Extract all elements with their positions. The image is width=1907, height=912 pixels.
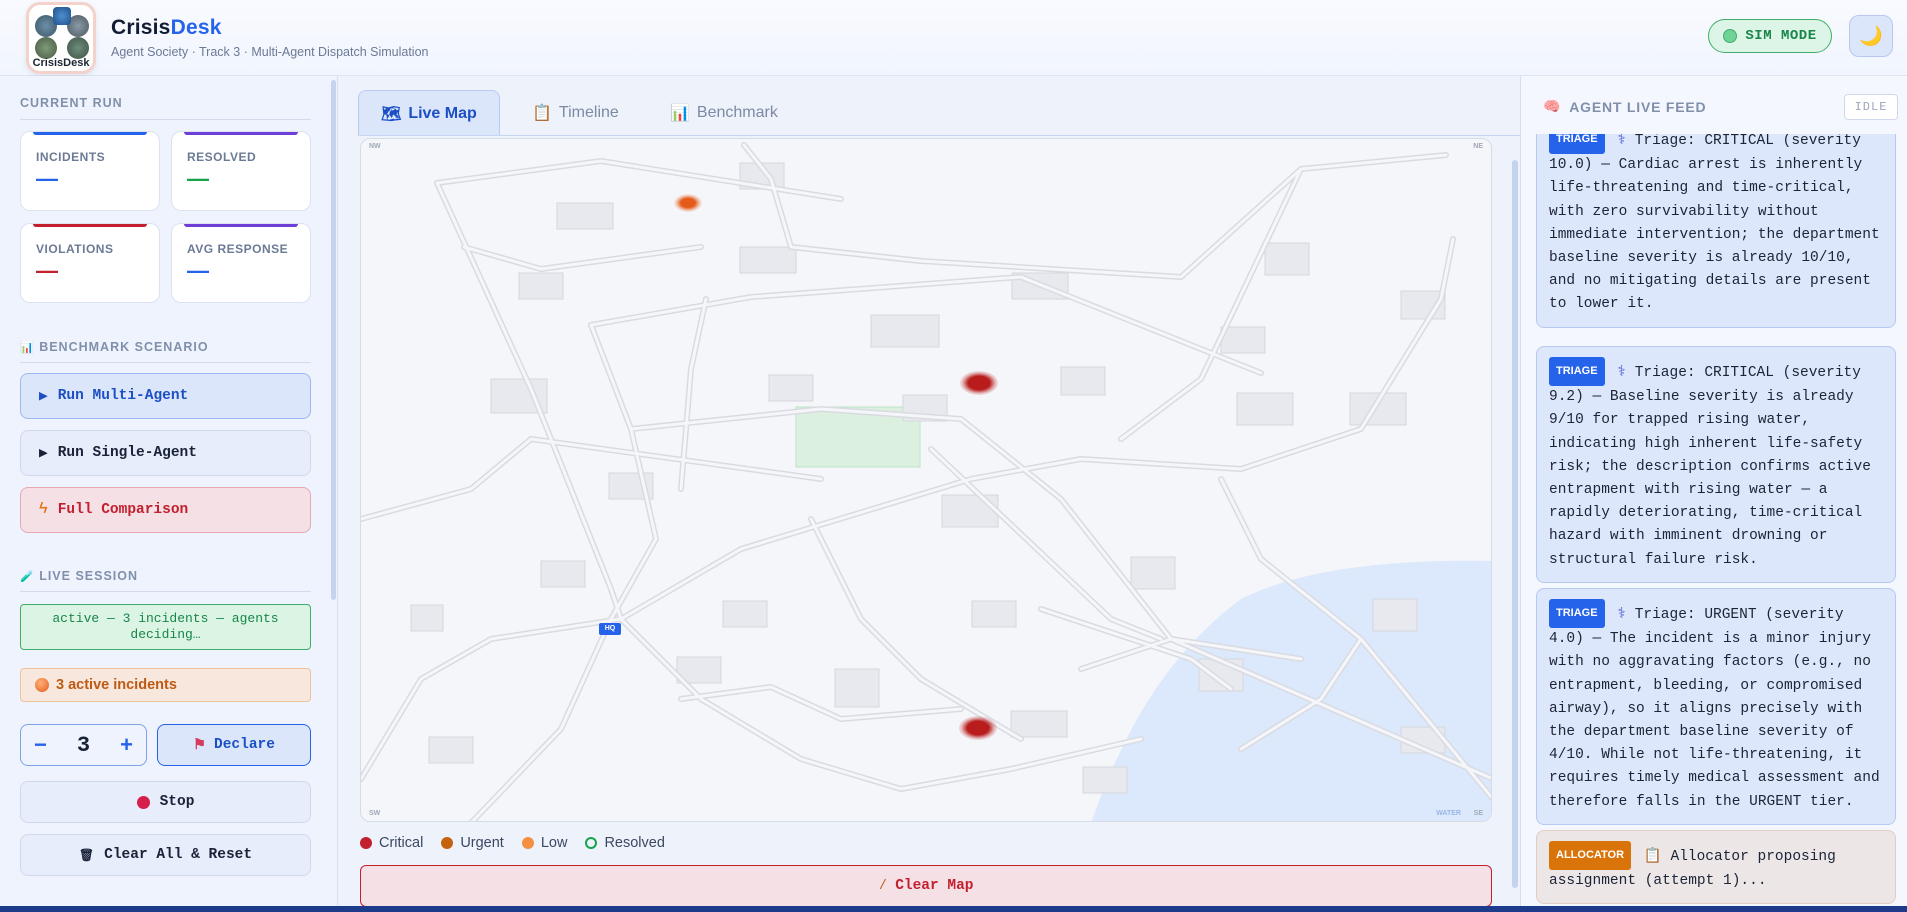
feed-card: TRIAGE ⚕ Triage: URGENT (severity 4.0) —… (1536, 588, 1896, 825)
clear-reset-button[interactable]: 🗑 Clear All & Reset (20, 834, 311, 876)
chart-icon: 📊 (20, 342, 35, 354)
incident-marker-critical[interactable] (959, 716, 997, 740)
stethoscope-icon: ⚕ (1617, 607, 1626, 623)
brand: CrisisDesk Agent Society · Track 3 · Mul… (111, 16, 429, 59)
clipboard-icon: 📋 (1643, 849, 1662, 865)
triage-tag: TRIAGE (1549, 134, 1605, 155)
stat-violations: VIOLATIONS — (20, 223, 160, 303)
map-corner-se: SE (1473, 810, 1483, 817)
map-corner-sw: SW (369, 810, 381, 817)
app-subtitle: Agent Society · Track 3 · Multi-Agent Di… (111, 45, 429, 59)
clipboard-icon: 📋 (532, 105, 552, 122)
map-legend: Critical Urgent Low Resolved (360, 835, 665, 851)
stat-avg-response: AVG RESPONSE — (171, 223, 311, 303)
stethoscope-icon: ⚕ (1617, 365, 1626, 381)
session-status-banner: active — 3 incidents — agents deciding… (20, 604, 311, 650)
incident-count-stepper[interactable]: − 3 + (20, 724, 147, 766)
stat-incidents: INCIDENTS — (20, 131, 160, 211)
sidebar-scrollbar[interactable] (331, 80, 336, 600)
benchmark-title: 📊 BENCHMARK SCENARIO (20, 340, 209, 354)
legend-low: Low (521, 835, 567, 851)
tab-benchmark[interactable]: 📊 Benchmark (648, 90, 800, 136)
stepper-value: 3 (76, 732, 91, 758)
hq-marker[interactable]: HQ (599, 623, 621, 635)
siren-icon: ⚑ (193, 737, 207, 754)
incident-marker-low[interactable] (674, 194, 702, 212)
theme-toggle-button[interactable]: 🌙 (1849, 15, 1893, 57)
live-map[interactable]: NW NE SW WATER SE HQ (360, 138, 1492, 822)
triage-tag: TRIAGE (1549, 599, 1605, 629)
clear-map-button[interactable]: ⁄ Clear Map (360, 865, 1492, 907)
stat-resolved: RESOLVED — (171, 131, 311, 211)
feed-title: 🧠 AGENT LIVE FEED (1543, 98, 1707, 115)
feed-card: ALLOCATOR 📋 Allocator proposing assignme… (1536, 830, 1896, 905)
legend-critical: Critical (360, 835, 423, 851)
full-comparison-button[interactable]: ϟ Full Comparison (20, 487, 311, 533)
stethoscope-icon: ⚕ (1617, 134, 1626, 149)
map-corner-ne: NE (1473, 143, 1483, 150)
decrement-button[interactable]: − (34, 734, 47, 756)
allocator-tag: ALLOCATOR (1549, 841, 1632, 871)
increment-button[interactable]: + (120, 734, 133, 756)
active-incidents-badge: 3 active incidents (20, 668, 311, 702)
current-run-title: CURRENT RUN (20, 96, 123, 110)
brain-icon: 🧠 (1543, 98, 1562, 114)
feed-card: TRIAGE ⚕ Triage: CRITICAL (severity 10.0… (1536, 134, 1896, 328)
sim-mode-badge[interactable]: SIM MODE (1708, 19, 1832, 53)
run-single-agent-button[interactable]: ▶ Run Single-Agent (20, 430, 311, 476)
center-scrollbar[interactable] (1512, 160, 1518, 888)
broom-icon: ⁄ (878, 878, 888, 894)
legend-urgent: Urgent (441, 835, 504, 851)
tab-live-map[interactable]: 🗺 Live Map (358, 90, 500, 136)
run-multi-agent-button[interactable]: ▶ Run Multi-Agent (20, 373, 311, 419)
stop-button[interactable]: Stop (20, 781, 311, 823)
logo-text: CrisisDesk (32, 57, 90, 69)
agent-live-feed: 🧠 AGENT LIVE FEED IDLE TRIAGE ⚕ Triage: … (1520, 76, 1907, 906)
test-tube-icon: 🧪 (20, 571, 35, 583)
bottom-bar (0, 906, 1907, 912)
app-logo: CrisisDesk (26, 2, 96, 74)
trash-icon: 🗑 (78, 848, 95, 863)
legend-resolved: Resolved (585, 835, 665, 851)
lightning-icon: ϟ (39, 502, 48, 518)
app-header: CrisisDesk CrisisDesk Agent Society · Tr… (0, 0, 1907, 76)
play-icon: ▶ (39, 445, 48, 462)
feed-list[interactable]: TRIAGE ⚕ Triage: CRITICAL (severity 10.0… (1521, 134, 1907, 906)
incident-dot-icon (35, 678, 49, 692)
tab-timeline[interactable]: 📋 Timeline (510, 90, 641, 136)
stop-icon (136, 795, 150, 809)
declare-button[interactable]: ⚑ Declare (157, 724, 311, 766)
triage-tag: TRIAGE (1549, 357, 1605, 387)
status-dot-icon (1723, 29, 1738, 43)
play-icon: ▶ (39, 388, 48, 405)
chart-icon: 📊 (670, 105, 690, 122)
app-title: CrisisDesk (111, 16, 222, 39)
left-sidebar: CURRENT RUN INCIDENTS — RESOLVED — VIOLA… (0, 76, 338, 906)
feed-status-badge: IDLE (1844, 94, 1898, 120)
live-session-title: 🧪 LIVE SESSION (20, 569, 139, 583)
water-label: WATER (1436, 810, 1461, 817)
map-corner-nw: NW (369, 143, 381, 150)
incident-marker-critical[interactable] (960, 371, 998, 395)
map-canvas (361, 142, 1491, 821)
moon-icon: 🌙 (1859, 26, 1883, 47)
map-icon: 🗺 (381, 105, 402, 123)
feed-card: TRIAGE ⚕ Triage: CRITICAL (severity 9.2)… (1536, 346, 1896, 583)
